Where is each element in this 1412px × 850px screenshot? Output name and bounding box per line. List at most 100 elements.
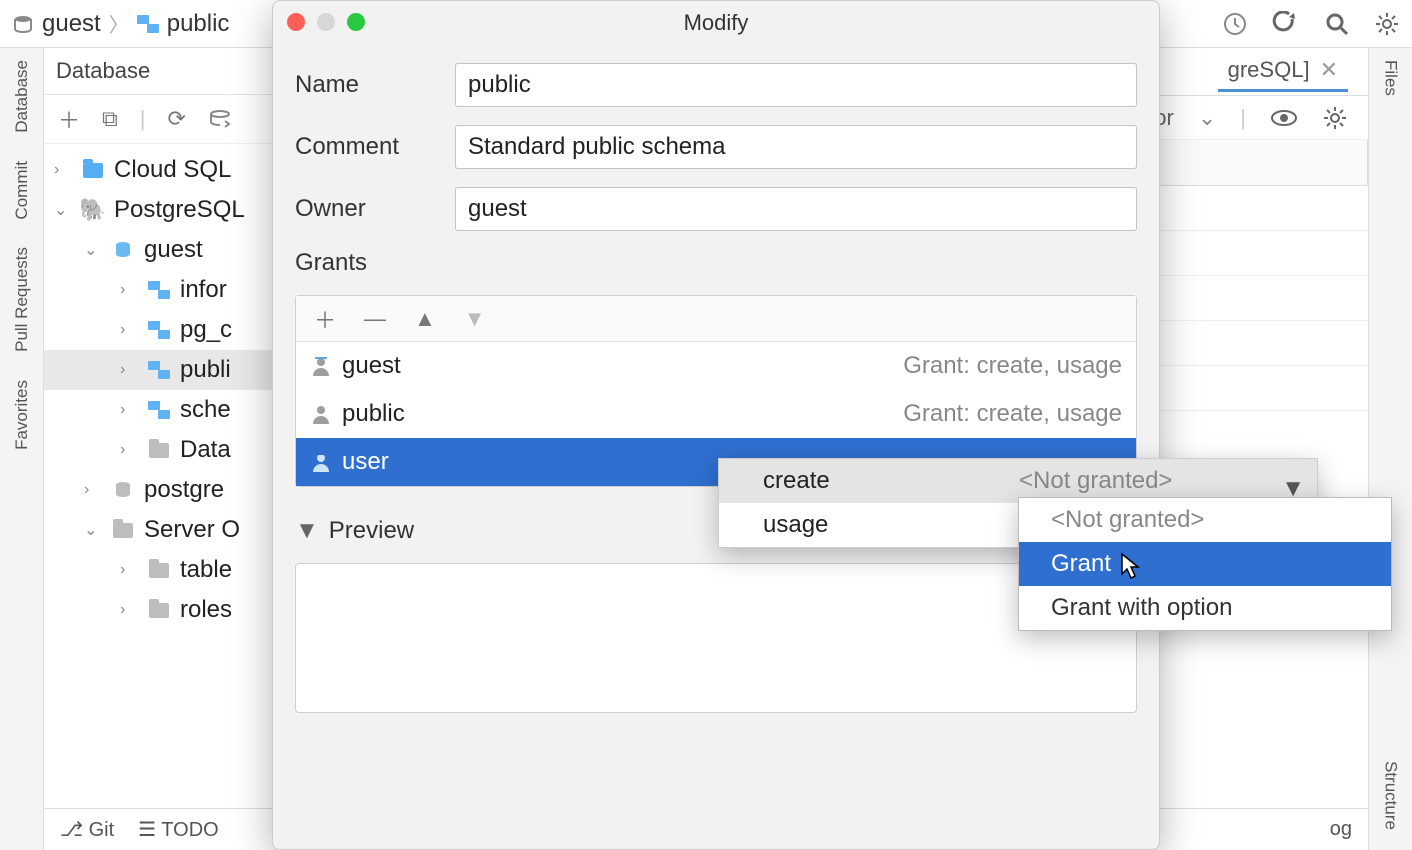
database-icon	[112, 479, 134, 501]
permission-name: usage	[719, 511, 1019, 539]
tab-database[interactable]: Database	[12, 60, 32, 133]
copy-icon[interactable]: ⧉	[102, 106, 118, 132]
tree-label: PostgreSQL	[114, 196, 245, 224]
comment-input[interactable]	[455, 125, 1137, 169]
breadcrumb-guest[interactable]: guest	[12, 10, 101, 38]
schema-icon	[148, 399, 170, 421]
breadcrumb-public[interactable]: public	[137, 10, 230, 38]
tab-commit-label: Commit	[12, 161, 32, 220]
grant-user: user	[342, 448, 389, 476]
comment-field-row: Comment	[295, 125, 1137, 169]
permission-name: create	[719, 467, 1019, 495]
git-label: Git	[89, 819, 115, 841]
tree-label: infor	[180, 276, 227, 304]
tab-pull-label: Pull Requests	[12, 247, 32, 352]
dropdown-item-grant[interactable]: Grant	[1019, 542, 1391, 586]
chevron-right-icon: 〉	[109, 9, 129, 38]
user-icon	[310, 451, 332, 473]
window-controls	[287, 13, 365, 31]
editor-tab[interactable]: greSQL] ✕	[1218, 51, 1348, 92]
grant-user: guest	[342, 352, 401, 380]
editor-tab-label: greSQL]	[1228, 57, 1310, 83]
user-icon	[310, 355, 332, 377]
schema-icon	[148, 359, 170, 381]
todo-tab[interactable]: ☰ TODO	[138, 817, 219, 842]
tab-structure-label: Structure	[1382, 761, 1401, 830]
tree-label: Server O	[144, 516, 240, 544]
separator: |	[140, 106, 146, 132]
search-icon[interactable]	[1324, 11, 1350, 37]
move-up-icon[interactable]: ▲	[414, 306, 436, 332]
remove-icon[interactable]: —	[364, 306, 386, 332]
user-icon	[310, 403, 332, 425]
mouse-cursor-icon	[1120, 552, 1142, 580]
tab-files[interactable]: Files	[1381, 60, 1401, 96]
owner-label: Owner	[295, 195, 435, 223]
sync-icon[interactable]	[208, 108, 232, 130]
tab-favorites[interactable]: Favorites	[12, 380, 32, 450]
comment-label: Comment	[295, 133, 435, 161]
eye-icon[interactable]	[1270, 108, 1298, 128]
grant-summary: Grant: create, usage	[903, 400, 1122, 428]
folder-icon	[82, 159, 104, 181]
postgres-icon: 🐘	[82, 199, 104, 221]
git-tab[interactable]: ⎇ Git	[60, 817, 114, 842]
refresh-icon[interactable]: ⟳	[167, 106, 185, 132]
permission-value-label: <Not granted>	[1019, 467, 1172, 494]
minimize-window-button[interactable]	[317, 13, 335, 31]
owner-field-row: Owner	[295, 187, 1137, 231]
undo-icon[interactable]	[1272, 11, 1300, 37]
preview-label: Preview	[329, 517, 414, 545]
close-window-button[interactable]	[287, 13, 305, 31]
name-input[interactable]	[455, 63, 1137, 107]
tree-label: postgre	[144, 476, 224, 504]
gear-icon[interactable]	[1374, 11, 1400, 37]
status-right: og	[1330, 818, 1352, 841]
name-label: Name	[295, 71, 435, 99]
zoom-window-button[interactable]	[347, 13, 365, 31]
schema-icon	[137, 13, 159, 35]
preview-textarea[interactable]	[295, 563, 1137, 713]
todo-label: TODO	[161, 819, 218, 841]
grant-user: public	[342, 400, 405, 428]
grant-dropdown: <Not granted> Grant Grant with option	[1018, 497, 1392, 631]
close-icon[interactable]: ✕	[1320, 57, 1338, 83]
folder-icon	[112, 519, 134, 541]
tree-label: table	[180, 556, 232, 584]
tab-commit[interactable]: Commit	[12, 161, 32, 220]
dialog-titlebar[interactable]: Modify	[273, 1, 1159, 45]
grant-row-guest[interactable]: guest Grant: create, usage	[296, 342, 1136, 390]
chevron-down-icon: ▼	[295, 517, 319, 545]
tab-fav-label: Favorites	[12, 380, 32, 450]
right-tool-strip: Files Structure	[1368, 48, 1412, 850]
grants-toolbar: ＋ — ▲ ▼	[296, 296, 1136, 342]
database-icon	[112, 239, 134, 261]
gear-icon[interactable]	[1322, 105, 1348, 131]
add-icon[interactable]: ＋	[58, 103, 80, 135]
move-down-icon[interactable]: ▼	[464, 306, 486, 332]
folder-icon	[148, 439, 170, 461]
tree-label: Cloud SQL	[114, 156, 231, 184]
tab-pull-requests[interactable]: Pull Requests	[12, 247, 32, 352]
name-field-row: Name	[295, 63, 1137, 107]
dropdown-item-grant-with-option[interactable]: Grant with option	[1019, 586, 1391, 630]
tab-structure[interactable]: Structure	[1381, 761, 1401, 830]
add-icon[interactable]: ＋	[314, 303, 336, 335]
chevron-down-icon[interactable]: ⌄	[1198, 105, 1216, 131]
tree-label: Data	[180, 436, 231, 464]
permission-value-select[interactable]: <Not granted> ▼	[1019, 467, 1317, 495]
database-icon	[12, 13, 34, 35]
tab-files-label: Files	[1382, 60, 1401, 96]
history-icon[interactable]	[1222, 11, 1248, 37]
dialog-title: Modify	[684, 10, 749, 36]
folder-icon	[148, 559, 170, 581]
tab-database-label: Database	[12, 60, 32, 133]
left-tool-strip: Database Commit Pull Requests Favorites	[0, 48, 44, 850]
dropdown-item-not-granted[interactable]: <Not granted>	[1019, 498, 1391, 542]
schema-icon	[148, 319, 170, 341]
tree-label: roles	[180, 596, 232, 624]
grant-row-public[interactable]: public Grant: create, usage	[296, 390, 1136, 438]
breadcrumb-label-1: guest	[42, 10, 101, 38]
owner-input[interactable]	[455, 187, 1137, 231]
separator: |	[1240, 105, 1246, 131]
